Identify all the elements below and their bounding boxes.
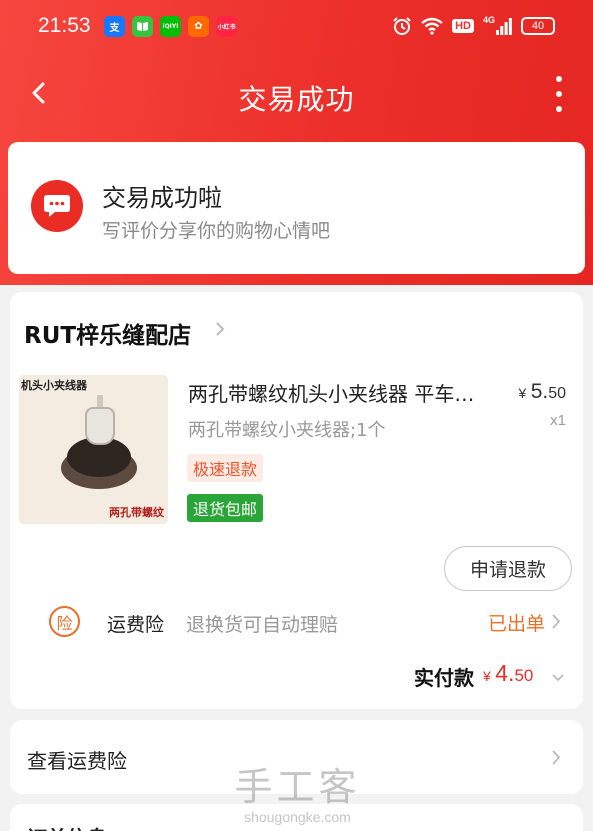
price-integer: 5. — [530, 380, 549, 403]
paid-label: 实付款 — [414, 666, 474, 690]
system-icons: HD 4G 40 — [392, 15, 555, 37]
product-quantity: x1 — [550, 412, 566, 429]
notification-app-icons: 支 iQIYI ✿ 小红书 — [104, 16, 237, 37]
insurance-icon: 险 — [49, 606, 80, 637]
free-return-tag: 退货包邮 — [187, 494, 264, 522]
battery-icon: 40 — [521, 17, 555, 35]
review-prompt[interactable]: 写评价分享你的购物心情吧 — [102, 216, 330, 243]
product-price: ¥ 5.50 — [518, 380, 566, 404]
insurance-status[interactable]: 已出单 — [488, 609, 545, 636]
paid-amount: ¥ 4.50 — [483, 660, 533, 687]
watermark-url: shougongke.com — [244, 809, 351, 825]
chevron-right-icon[interactable] — [214, 320, 226, 338]
app-grid-icon: ✿ — [188, 16, 209, 37]
product-image-caption-bottom: 两孔带螺纹 — [109, 506, 164, 519]
chevron-right-icon[interactable] — [551, 613, 561, 630]
xiaohongshu-icon: 小红书 — [216, 16, 237, 37]
watermark-main-text: 手工客 — [234, 765, 361, 809]
more-options-icon[interactable] — [553, 76, 565, 112]
status-time: 21:53 — [38, 14, 91, 37]
product-image-caption-top: 机头小夹线器 — [21, 379, 87, 392]
site-watermark: 手工客 shougongke.com — [230, 756, 365, 825]
alarm-icon — [392, 15, 412, 37]
price-decimal: 50 — [548, 385, 566, 402]
product-image[interactable]: 机头小夹线器 两孔带螺纹 — [19, 375, 168, 524]
signal-icon: 4G — [483, 15, 512, 37]
product-title[interactable]: 两孔带螺纹机头小夹线器 平车… — [188, 378, 498, 407]
battery-level: 40 — [531, 20, 545, 32]
hd-icon: HD — [452, 15, 474, 37]
fast-refund-tag: 极速退款 — [187, 454, 264, 482]
order-card: RUT梓乐缝配店 机头小夹线器 两孔带螺纹 两孔带螺纹机头小夹线器 平车… 两孔… — [10, 292, 583, 709]
chevron-down-icon[interactable] — [551, 668, 565, 682]
freight-insurance-label: 查看运费险 — [27, 749, 127, 773]
nav-bar: 交易成功 — [0, 66, 593, 122]
more-dot — [556, 76, 562, 82]
status-bar: 21:53 支 iQIYI ✿ 小红书 HD 4G 40 — [0, 0, 593, 52]
success-card[interactable]: 交易成功啦 写评价分享你的购物心情吧 — [8, 142, 585, 274]
network-label: 4G — [482, 15, 495, 25]
price-symbol: ¥ — [518, 385, 527, 401]
shop-name[interactable]: RUT梓乐缝配店 — [24, 316, 191, 350]
paid-decimal: 50 — [514, 666, 534, 685]
apply-refund-button[interactable]: 申请退款 — [444, 546, 572, 591]
insurance-description: 退换货可自动理赔 — [186, 614, 339, 636]
insurance-label: 运费险 — [107, 614, 165, 636]
paid-integer: 4. — [495, 660, 515, 686]
more-dot — [556, 91, 562, 97]
reader-icon — [132, 16, 153, 37]
paid-symbol: ¥ — [483, 668, 491, 684]
chat-bubble-icon — [31, 180, 83, 232]
alipay-icon: 支 — [104, 16, 125, 37]
product-part-knob — [85, 407, 115, 445]
iqiyi-icon: iQIYI — [160, 16, 181, 37]
hd-label: HD — [452, 19, 474, 33]
chevron-right-icon — [551, 749, 561, 766]
order-info-label: 订单信息 — [27, 822, 107, 831]
page-title: 交易成功 — [238, 83, 355, 116]
success-title: 交易成功啦 — [102, 184, 222, 212]
wifi-icon — [421, 15, 443, 37]
more-dot — [556, 106, 562, 112]
product-sku: 两孔带螺纹小夹线器;1个 — [188, 420, 386, 441]
